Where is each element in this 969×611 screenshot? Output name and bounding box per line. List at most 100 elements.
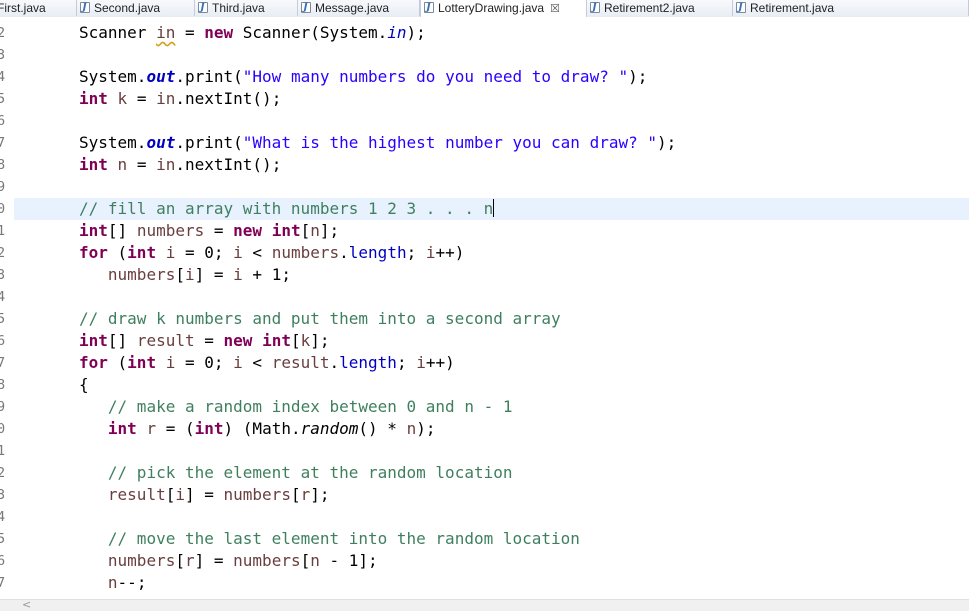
tab-label: Second.java — [94, 1, 161, 15]
tab-retirement-java[interactable]: Retirement.java — [733, 0, 969, 16]
line-number: 3 — [0, 487, 6, 503]
line-number: 2 — [0, 465, 6, 481]
code-line[interactable]: // move the last element into the random… — [0, 528, 969, 550]
line-number: 8 — [0, 157, 6, 173]
line-number: 4 — [0, 69, 6, 85]
tab-second-java[interactable]: Second.java — [77, 0, 195, 16]
line-number: 5 — [0, 531, 6, 547]
code-text: n--; — [107, 573, 147, 592]
code-text: // draw k numbers and put them into a se… — [79, 309, 561, 328]
code-line[interactable]: { — [0, 374, 969, 396]
code-text: int[] numbers = new int[n]; — [79, 221, 340, 240]
code-line[interactable]: for (int i = 0; i < result.length; i++) — [0, 352, 969, 374]
line-number: 6 — [0, 553, 6, 569]
line-number: 7 — [0, 135, 6, 151]
horizontal-scrollbar[interactable]: < — [0, 598, 969, 611]
line-number: 6 — [0, 113, 6, 129]
code-text: { — [79, 375, 89, 394]
line-number: 4 — [0, 509, 6, 525]
line-number: 9 — [0, 399, 6, 415]
tab-label: LotteryDrawing.java — [438, 1, 545, 15]
tab-label: First.java — [0, 1, 46, 15]
code-line[interactable]: for (int i = 0; i < numbers.length; i++) — [0, 242, 969, 264]
code-text: int r = (int) (Math.random() * n); — [107, 419, 436, 438]
text-cursor — [493, 199, 495, 217]
eclipse-editor-window: First.java Second.java Third.java Messag… — [0, 0, 969, 611]
line-number-gutter: 2 3 4 5 6 7 8 9 0 1 2 3 4 5 6 7 8 9 0 1 2 3 4 5 6 7 — [0, 17, 14, 599]
java-file-icon — [424, 0, 434, 16]
line-number: 8 — [0, 377, 6, 393]
code-editor[interactable]: Scanner in = new Scanner(System.in); Syst… — [0, 17, 969, 599]
tab-label: Message.java — [315, 1, 390, 15]
line-number: 1 — [0, 443, 6, 459]
code-line[interactable]: int r = (int) (Math.random() * n); — [0, 418, 969, 440]
code-line[interactable] — [0, 176, 969, 198]
line-number: 4 — [0, 289, 6, 305]
line-number: 9 — [0, 179, 6, 195]
code-line[interactable]: // draw k numbers and put them into a se… — [0, 308, 969, 330]
code-text: for (int i = 0; i < numbers.length; i++) — [79, 243, 465, 262]
line-number: 1 — [0, 223, 6, 239]
code-text: for (int i = 0; i < result.length; i++) — [79, 353, 455, 372]
editor-tab-bar: First.java Second.java Third.java Messag… — [0, 0, 969, 18]
code-line[interactable]: System.out.print("How many numbers do yo… — [0, 66, 969, 88]
tab-lotterydrawing-java[interactable]: LotteryDrawing.java ☒ — [420, 0, 587, 17]
code-text: numbers[r] = numbers[n - 1]; — [107, 551, 378, 570]
line-number: 7 — [0, 575, 6, 591]
tab-label: Third.java — [212, 1, 265, 15]
current-code-line[interactable]: // fill an array with numbers 1 2 3 . . … — [0, 198, 969, 220]
code-text: int n = in.nextInt(); — [79, 155, 282, 174]
scroll-left-arrow-icon[interactable]: < — [22, 598, 31, 611]
code-line[interactable]: int[] numbers = new int[n]; — [0, 220, 969, 242]
line-number: 5 — [0, 91, 6, 107]
tab-third-java[interactable]: Third.java — [195, 0, 298, 16]
close-tab-icon[interactable]: ☒ — [550, 1, 560, 17]
code-text: Scanner in = new Scanner(System.in); — [79, 23, 426, 42]
code-line[interactable] — [0, 506, 969, 528]
code-text: System.out.print("What is the highest nu… — [79, 133, 677, 152]
tab-first-java[interactable]: First.java — [0, 0, 77, 16]
code-text: System.out.print("How many numbers do yo… — [79, 67, 648, 86]
code-line[interactable] — [0, 286, 969, 308]
code-text: int k = in.nextInt(); — [79, 89, 282, 108]
code-line[interactable]: int[] result = new int[k]; — [0, 330, 969, 352]
code-line[interactable]: numbers[r] = numbers[n - 1]; — [0, 550, 969, 572]
line-number: 2 — [0, 245, 6, 261]
code-line[interactable]: System.out.print("What is the highest nu… — [0, 132, 969, 154]
code-line[interactable] — [0, 440, 969, 462]
code-line[interactable]: // make a random index between 0 and n -… — [0, 396, 969, 418]
code-line[interactable] — [0, 110, 969, 132]
line-number: 2 — [0, 25, 6, 41]
line-number: 7 — [0, 355, 6, 371]
java-file-icon — [80, 0, 90, 16]
code-line[interactable]: numbers[i] = i + 1; — [0, 264, 969, 286]
line-number: 3 — [0, 267, 6, 283]
line-number: 6 — [0, 333, 6, 349]
code-line[interactable]: int n = in.nextInt(); — [0, 154, 969, 176]
code-line[interactable]: n--; — [0, 572, 969, 594]
line-number: 0 — [0, 421, 6, 437]
tab-retirement2-java[interactable]: Retirement2.java — [587, 0, 733, 16]
code-text: numbers[i] = i + 1; — [107, 265, 291, 284]
code-line[interactable]: // pick the element at the random locati… — [0, 462, 969, 484]
code-text: // make a random index between 0 and n -… — [107, 397, 513, 416]
code-text: int[] result = new int[k]; — [79, 331, 330, 350]
tab-label: Retirement2.java — [604, 1, 695, 15]
code-line[interactable] — [0, 44, 969, 66]
tab-label: Retirement.java — [750, 1, 835, 15]
line-number: 0 — [0, 201, 6, 217]
java-file-icon — [198, 0, 208, 16]
code-line[interactable]: Scanner in = new Scanner(System.in); — [0, 22, 969, 44]
code-line[interactable]: result[i] = numbers[r]; — [0, 484, 969, 506]
code-text: // move the last element into the random… — [107, 529, 580, 548]
code-text: // pick the element at the random locati… — [107, 463, 513, 482]
code-text: // fill an array with numbers 1 2 3 . . … — [79, 199, 495, 218]
java-file-icon — [736, 0, 746, 16]
java-file-icon — [301, 0, 311, 16]
tab-message-java[interactable]: Message.java — [298, 0, 420, 16]
line-number: 3 — [0, 47, 6, 63]
java-file-icon — [590, 0, 600, 16]
code-text: result[i] = numbers[r]; — [107, 485, 330, 504]
code-line[interactable]: int k = in.nextInt(); — [0, 88, 969, 110]
line-number: 5 — [0, 311, 6, 327]
